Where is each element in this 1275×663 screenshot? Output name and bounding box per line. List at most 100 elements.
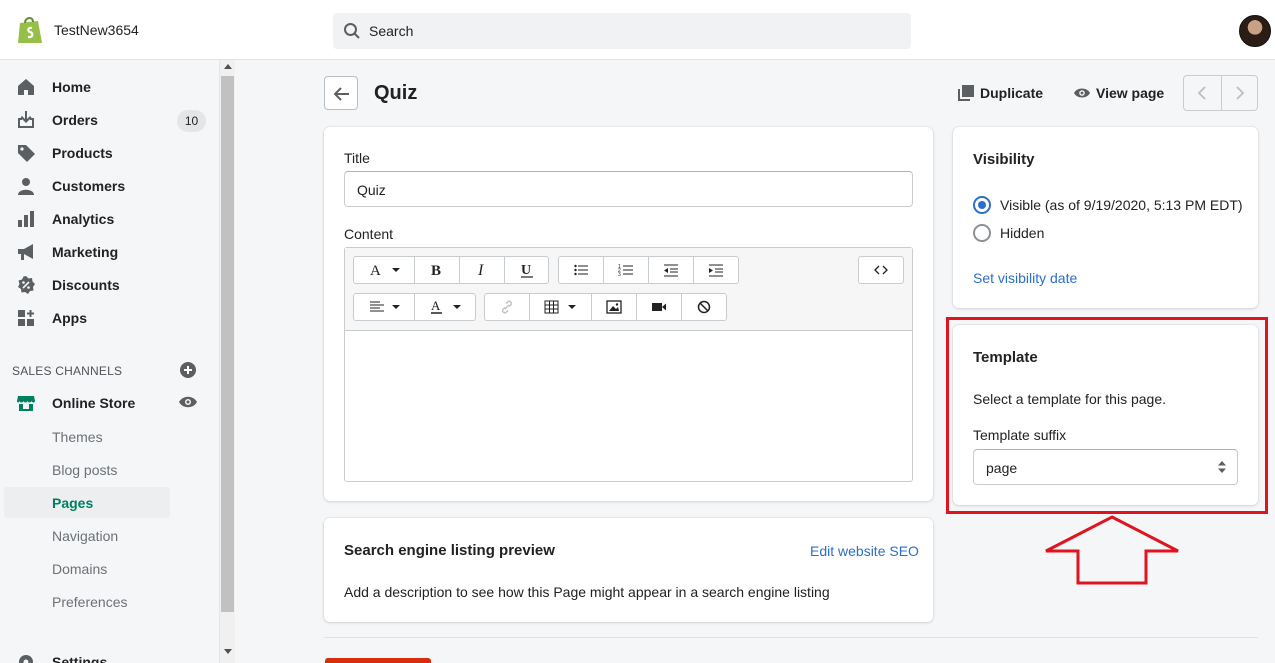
- delete-button-edge[interactable]: [325, 658, 431, 663]
- sidebar-subitem-themes[interactable]: Themes: [4, 421, 170, 452]
- italic-button[interactable]: I: [460, 257, 505, 283]
- image-icon: [606, 300, 622, 314]
- seo-heading: Search engine listing preview: [344, 542, 555, 559]
- content-editor-area[interactable]: [345, 332, 912, 481]
- sidebar-item-settings[interactable]: Settings: [0, 645, 219, 663]
- tag-icon: [18, 145, 35, 162]
- sidebar-subitem-label: Blog posts: [52, 462, 118, 478]
- top-bar: TestNew3654 Search: [0, 0, 1275, 60]
- visible-label: Visible (as of 9/19/2020, 5:13 PM EDT): [1000, 197, 1243, 213]
- link-icon: [501, 300, 513, 314]
- bold-button[interactable]: B: [415, 257, 460, 283]
- search-bar[interactable]: Search: [333, 13, 911, 49]
- store-icon: [17, 396, 35, 411]
- add-channel-icon[interactable]: [179, 361, 197, 379]
- search-input[interactable]: Search: [369, 23, 413, 39]
- analytics-icon: [18, 211, 34, 227]
- sidebar-item-label: Home: [52, 79, 91, 95]
- sidebar-scrollbar[interactable]: [219, 60, 235, 663]
- seo-preview-card: Search engine listing preview Edit websi…: [324, 518, 933, 622]
- italic-icon: I: [477, 262, 484, 278]
- discount-icon: [18, 276, 35, 294]
- next-page-button[interactable]: [1222, 76, 1258, 110]
- underline-button[interactable]: U: [505, 257, 549, 283]
- bullet-list-button[interactable]: [559, 257, 604, 283]
- svg-text:U: U: [521, 263, 531, 278]
- insert-group: [484, 293, 727, 321]
- alignment-color-group: A: [353, 293, 476, 321]
- sidebar-item-label: Products: [52, 145, 113, 161]
- font-style-dropdown[interactable]: A: [354, 257, 415, 283]
- set-visibility-date-link[interactable]: Set visibility date: [973, 270, 1077, 286]
- sidebar-item-customers[interactable]: Customers: [0, 169, 219, 202]
- sidebar-subitem-label: Navigation: [52, 528, 119, 544]
- sidebar-item-apps[interactable]: Apps: [0, 301, 219, 334]
- title-value: Quiz: [357, 182, 386, 198]
- sidebar-item-marketing[interactable]: Marketing: [0, 235, 219, 268]
- megaphone-icon: [18, 244, 33, 260]
- arrow-left-icon: [333, 87, 349, 101]
- sidebar-item-label: Orders: [52, 112, 98, 128]
- chevron-right-icon: [1236, 86, 1245, 100]
- view-page-label: View page: [1096, 85, 1165, 101]
- text-color-dropdown[interactable]: A: [415, 294, 476, 320]
- svg-text:A: A: [370, 263, 381, 278]
- numbered-list-button[interactable]: 123: [604, 257, 649, 283]
- scroll-thumb[interactable]: [221, 76, 234, 612]
- sidebar-item-products[interactable]: Products: [0, 136, 219, 169]
- customer-icon: [18, 178, 34, 195]
- insert-table-dropdown[interactable]: [530, 294, 592, 320]
- title-field[interactable]: Quiz: [344, 171, 913, 207]
- clear-formatting-button[interactable]: [682, 294, 727, 320]
- sidebar-subitem-label: Domains: [52, 561, 108, 577]
- hidden-label: Hidden: [1000, 225, 1045, 241]
- sidebar-item-label: Apps: [52, 310, 87, 326]
- store-name[interactable]: TestNew3654: [54, 22, 139, 38]
- scroll-down-arrow-icon[interactable]: [224, 649, 232, 654]
- visible-option[interactable]: Visible (as of 9/19/2020, 5:13 PM EDT): [973, 196, 1253, 216]
- shopify-bag-icon[interactable]: [16, 15, 44, 45]
- align-dropdown[interactable]: [354, 294, 415, 320]
- svg-text:B: B: [431, 263, 441, 278]
- list-group: 123: [558, 256, 739, 284]
- sidebar-subitem-label: Preferences: [52, 594, 128, 610]
- home-icon: [18, 79, 34, 95]
- show-html-button[interactable]: [859, 257, 903, 283]
- annotation-highlight-box: [946, 317, 1268, 514]
- previous-page-button[interactable]: [1184, 76, 1221, 110]
- insert-image-button[interactable]: [592, 294, 637, 320]
- sidebar-subitem-domains[interactable]: Domains: [4, 553, 170, 584]
- avatar[interactable]: [1239, 15, 1271, 47]
- content-label: Content: [344, 226, 394, 242]
- view-online-store-icon[interactable]: [178, 394, 198, 410]
- title-label: Title: [344, 150, 370, 166]
- clear-format-icon: [697, 300, 711, 314]
- indent-button[interactable]: [694, 257, 739, 283]
- sidebar-subitem-navigation[interactable]: Navigation: [4, 520, 170, 551]
- pagination: [1183, 75, 1258, 111]
- scroll-up-arrow-icon[interactable]: [224, 64, 232, 69]
- edit-seo-link[interactable]: Edit website SEO: [810, 543, 919, 559]
- visible-radio[interactable]: [973, 196, 991, 214]
- video-icon: [652, 303, 666, 311]
- sidebar-item-discounts[interactable]: Discounts: [0, 268, 219, 301]
- outdent-button[interactable]: [649, 257, 694, 283]
- sidebar-subitem-label: Themes: [52, 429, 103, 445]
- sidebar-item-label: Online Store: [52, 395, 136, 411]
- sidebar-subitem-preferences[interactable]: Preferences: [4, 586, 170, 617]
- svg-text:A: A: [431, 299, 441, 313]
- page-title: Quiz: [374, 82, 418, 104]
- hidden-radio[interactable]: [973, 224, 991, 242]
- sidebar-item-home[interactable]: Home: [0, 70, 219, 103]
- bold-icon: B: [431, 263, 441, 278]
- editor-toolbar: A B I U 123 A: [345, 248, 912, 331]
- insert-video-button[interactable]: [637, 294, 682, 320]
- sidebar-subitem-pages[interactable]: Pages: [4, 487, 170, 518]
- back-button[interactable]: [324, 76, 358, 110]
- orders-icon: [18, 111, 34, 128]
- sidebar-subitem-blog-posts[interactable]: Blog posts: [4, 454, 170, 485]
- sidebar-item-analytics[interactable]: Analytics: [0, 202, 219, 235]
- chevron-left-icon: [1197, 86, 1206, 100]
- divider: [324, 637, 1258, 638]
- hidden-option[interactable]: Hidden: [973, 224, 1173, 244]
